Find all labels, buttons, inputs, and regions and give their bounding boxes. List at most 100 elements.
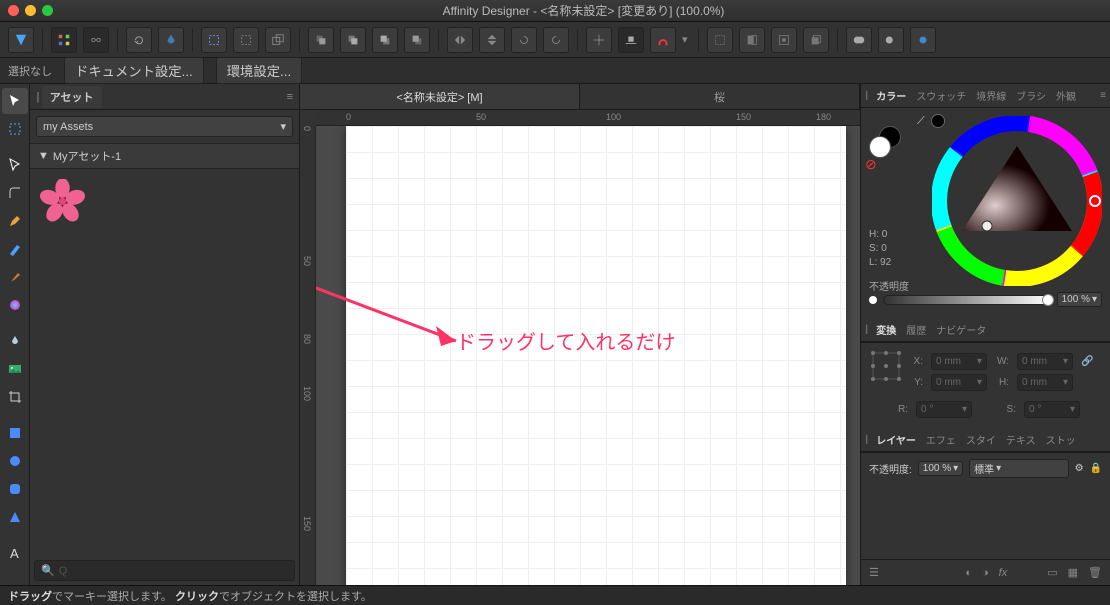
color-wheel[interactable]: [932, 116, 1102, 286]
move-up-icon[interactable]: [372, 27, 398, 53]
transform-y-input[interactable]: 0 mm▾: [931, 374, 987, 391]
adjustment-icon[interactable]: ◑: [982, 567, 989, 579]
tab-styles[interactable]: スタイ: [962, 430, 1000, 449]
tab-text[interactable]: テキス: [1002, 430, 1040, 449]
snapping-icon[interactable]: [650, 27, 676, 53]
anchor-picker[interactable]: [869, 349, 903, 383]
pen-tool[interactable]: [2, 208, 28, 234]
drag-handle-icon[interactable]: ||: [865, 434, 866, 445]
minimize-icon[interactable]: [25, 5, 36, 16]
layers-stack-icon[interactable]: ☰: [869, 566, 879, 579]
fill-tool[interactable]: [2, 292, 28, 318]
add-layer-icon[interactable]: ▭: [1047, 566, 1057, 579]
transform-h-input[interactable]: 0 mm▾: [1017, 374, 1073, 391]
transparency-icon[interactable]: [158, 27, 184, 53]
align-center-icon[interactable]: [586, 27, 612, 53]
select-group-icon[interactable]: [265, 27, 291, 53]
tab-swatches[interactable]: スウォッチ: [912, 86, 970, 105]
drag-handle-icon[interactable]: ||: [865, 90, 866, 101]
boolean-union-icon[interactable]: [846, 27, 872, 53]
move-back-icon[interactable]: [308, 27, 334, 53]
document-tab-other[interactable]: 桜: [580, 84, 860, 109]
none-color-icon[interactable]: ⊘: [865, 156, 877, 173]
zoom-icon[interactable]: [42, 5, 53, 16]
layer-opacity-input[interactable]: 100 %▾: [918, 461, 963, 476]
tab-navigator[interactable]: ナビゲータ: [932, 320, 990, 339]
flip-h-icon[interactable]: [447, 27, 473, 53]
chevron-down-icon[interactable]: ▾: [682, 33, 690, 46]
tab-effects[interactable]: エフェ: [922, 430, 960, 449]
tab-history[interactable]: 履歴: [902, 320, 930, 339]
transform-s-input[interactable]: 0 °▾: [1024, 401, 1080, 418]
link-wh-icon[interactable]: 🔗: [1081, 356, 1093, 367]
tab-layers[interactable]: レイヤー: [872, 430, 920, 449]
rotate-cw-icon[interactable]: [511, 27, 537, 53]
ellipse-tool[interactable]: [2, 448, 28, 474]
flip-v-icon[interactable]: [479, 27, 505, 53]
canvas[interactable]: ドラッグして入れるだけ: [316, 126, 860, 585]
rounded-rect-tool[interactable]: [2, 476, 28, 502]
environment-settings-button[interactable]: 環境設定...: [216, 57, 302, 84]
opacity-input[interactable]: 100 %▾: [1057, 292, 1102, 307]
opacity-slider[interactable]: [883, 295, 1051, 305]
boolean-intersect-icon[interactable]: [910, 27, 936, 53]
fx-icon[interactable]: fx: [999, 567, 1008, 579]
rectangle-tool[interactable]: [2, 420, 28, 446]
gear-icon[interactable]: ⚙: [1075, 463, 1084, 474]
eyedropper-icon[interactable]: ⟋: [917, 115, 925, 128]
insert-inside-icon[interactable]: [771, 27, 797, 53]
transform-x-input[interactable]: 0 mm▾: [931, 353, 987, 370]
persona-designer-icon[interactable]: [8, 27, 34, 53]
grid-icon[interactable]: [51, 27, 77, 53]
rotate-icon[interactable]: [126, 27, 152, 53]
tab-transform[interactable]: 変換: [872, 320, 900, 339]
panel-menu-icon[interactable]: ≡: [1100, 90, 1106, 101]
panel-menu-icon[interactable]: ≡: [287, 91, 293, 103]
artboard[interactable]: [346, 126, 846, 585]
select-top-icon[interactable]: [201, 27, 227, 53]
drag-handle-icon[interactable]: ||: [865, 324, 866, 335]
tab-assets[interactable]: アセット: [42, 86, 102, 108]
lock-icon[interactable]: 🔒: [1090, 463, 1102, 474]
crop-tool[interactable]: [2, 384, 28, 410]
tab-color[interactable]: カラー: [872, 86, 910, 105]
move-down-icon[interactable]: [340, 27, 366, 53]
artboard-tool[interactable]: [2, 116, 28, 142]
tab-stock[interactable]: ストッ: [1042, 430, 1080, 449]
asset-search-input[interactable]: 🔍 Q: [34, 560, 295, 581]
text-tool[interactable]: A: [2, 540, 28, 566]
delete-layer-icon[interactable]: 🗑: [1088, 566, 1102, 579]
tab-stroke[interactable]: 境界線: [972, 86, 1010, 105]
select-next-icon[interactable]: [233, 27, 259, 53]
move-front-icon[interactable]: [404, 27, 430, 53]
pencil-tool[interactable]: [2, 236, 28, 262]
fill-color-swatch[interactable]: [869, 136, 891, 158]
link-icon[interactable]: [83, 27, 109, 53]
move-tool[interactable]: [2, 88, 28, 114]
tab-appearance[interactable]: 外観: [1052, 86, 1080, 105]
transform-w-input[interactable]: 0 mm▾: [1017, 353, 1073, 370]
mask-icon[interactable]: ◐: [965, 567, 972, 579]
transform-r-input[interactable]: 0 °▾: [916, 401, 972, 418]
rotate-ccw-icon[interactable]: [543, 27, 569, 53]
lock-children-icon[interactable]: [707, 27, 733, 53]
place-image-tool[interactable]: [2, 356, 28, 382]
document-tab-active[interactable]: <名称未設定> [M]: [300, 84, 580, 109]
asset-group-header[interactable]: ▼ Myアセット-1: [30, 143, 299, 169]
clip-icon[interactable]: [739, 27, 765, 53]
asset-item-flower[interactable]: [40, 179, 85, 224]
insert-behind-icon[interactable]: [803, 27, 829, 53]
close-icon[interactable]: [8, 5, 19, 16]
triangle-tool[interactable]: [2, 504, 28, 530]
corner-tool[interactable]: [2, 180, 28, 206]
blend-mode-select[interactable]: 標準▾: [969, 459, 1068, 478]
snapping-baseline-icon[interactable]: [618, 27, 644, 53]
noise-toggle-icon[interactable]: [869, 296, 877, 304]
asset-library-select[interactable]: my Assets ▾: [36, 116, 293, 137]
add-pixel-layer-icon[interactable]: ▦: [1068, 566, 1078, 579]
brush-tool[interactable]: [2, 264, 28, 290]
drag-handle-icon[interactable]: ||: [36, 91, 38, 103]
transparency-tool[interactable]: [2, 328, 28, 354]
boolean-subtract-icon[interactable]: [878, 27, 904, 53]
document-settings-button[interactable]: ドキュメント設定...: [64, 57, 204, 84]
